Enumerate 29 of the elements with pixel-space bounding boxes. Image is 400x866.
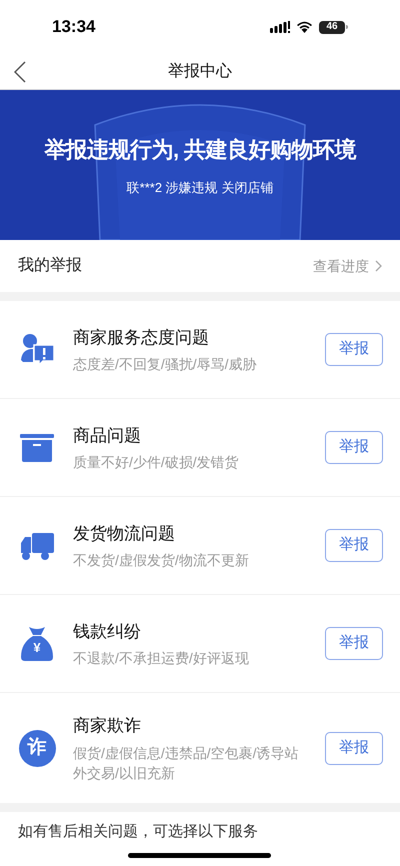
report-button[interactable]: 举报 (325, 732, 383, 764)
category-title: 商家欺诈 (73, 715, 142, 738)
page-title: 举报中心 (168, 62, 232, 82)
banner-notice: 联***2 涉嫌违规 关闭店铺 (126, 178, 274, 197)
category-title: 商品问题 (73, 424, 142, 447)
section-title: 我的举报 (18, 256, 82, 276)
category-title: 发货物流问题 (73, 522, 176, 545)
category-detail: 假货/虚假信息/违禁品/空包裹/诱导站外交易/以旧充新 (73, 744, 299, 783)
category-detail: 不退款/不承担运费/好评返现 (73, 649, 250, 668)
status-time: 13:34 (52, 16, 96, 38)
category-title: 钱款纠纷 (73, 620, 142, 643)
category-title: 商家服务态度问题 (73, 326, 210, 349)
view-progress-link[interactable]: 查看进度 (313, 256, 382, 276)
report-button[interactable]: 举报 (325, 333, 383, 366)
box-icon (19, 432, 55, 462)
category-detail: 质量不好/少件/破损/发错货 (73, 453, 240, 472)
banner-headline: 举报违规行为, 共建良好购物环境 (44, 136, 356, 164)
chevron-icon (375, 260, 382, 272)
report-button[interactable]: 举报 (325, 431, 383, 464)
signal-icon (270, 21, 290, 33)
footer-text: 如有售后相关问题，可选择以下服务 (18, 822, 258, 842)
wifi-icon (296, 21, 313, 33)
category-detail: 不发货/虚假发货/物流不更新 (73, 551, 250, 570)
category-detail: 态度差/不回复/骚扰/辱骂/威胁 (73, 355, 258, 374)
battery-icon: 46 (319, 20, 345, 34)
report-button[interactable]: 举报 (325, 529, 383, 562)
truck-icon (19, 530, 55, 560)
fraud-icon: 诈 (18, 730, 56, 766)
report-button[interactable]: 举报 (325, 627, 383, 660)
